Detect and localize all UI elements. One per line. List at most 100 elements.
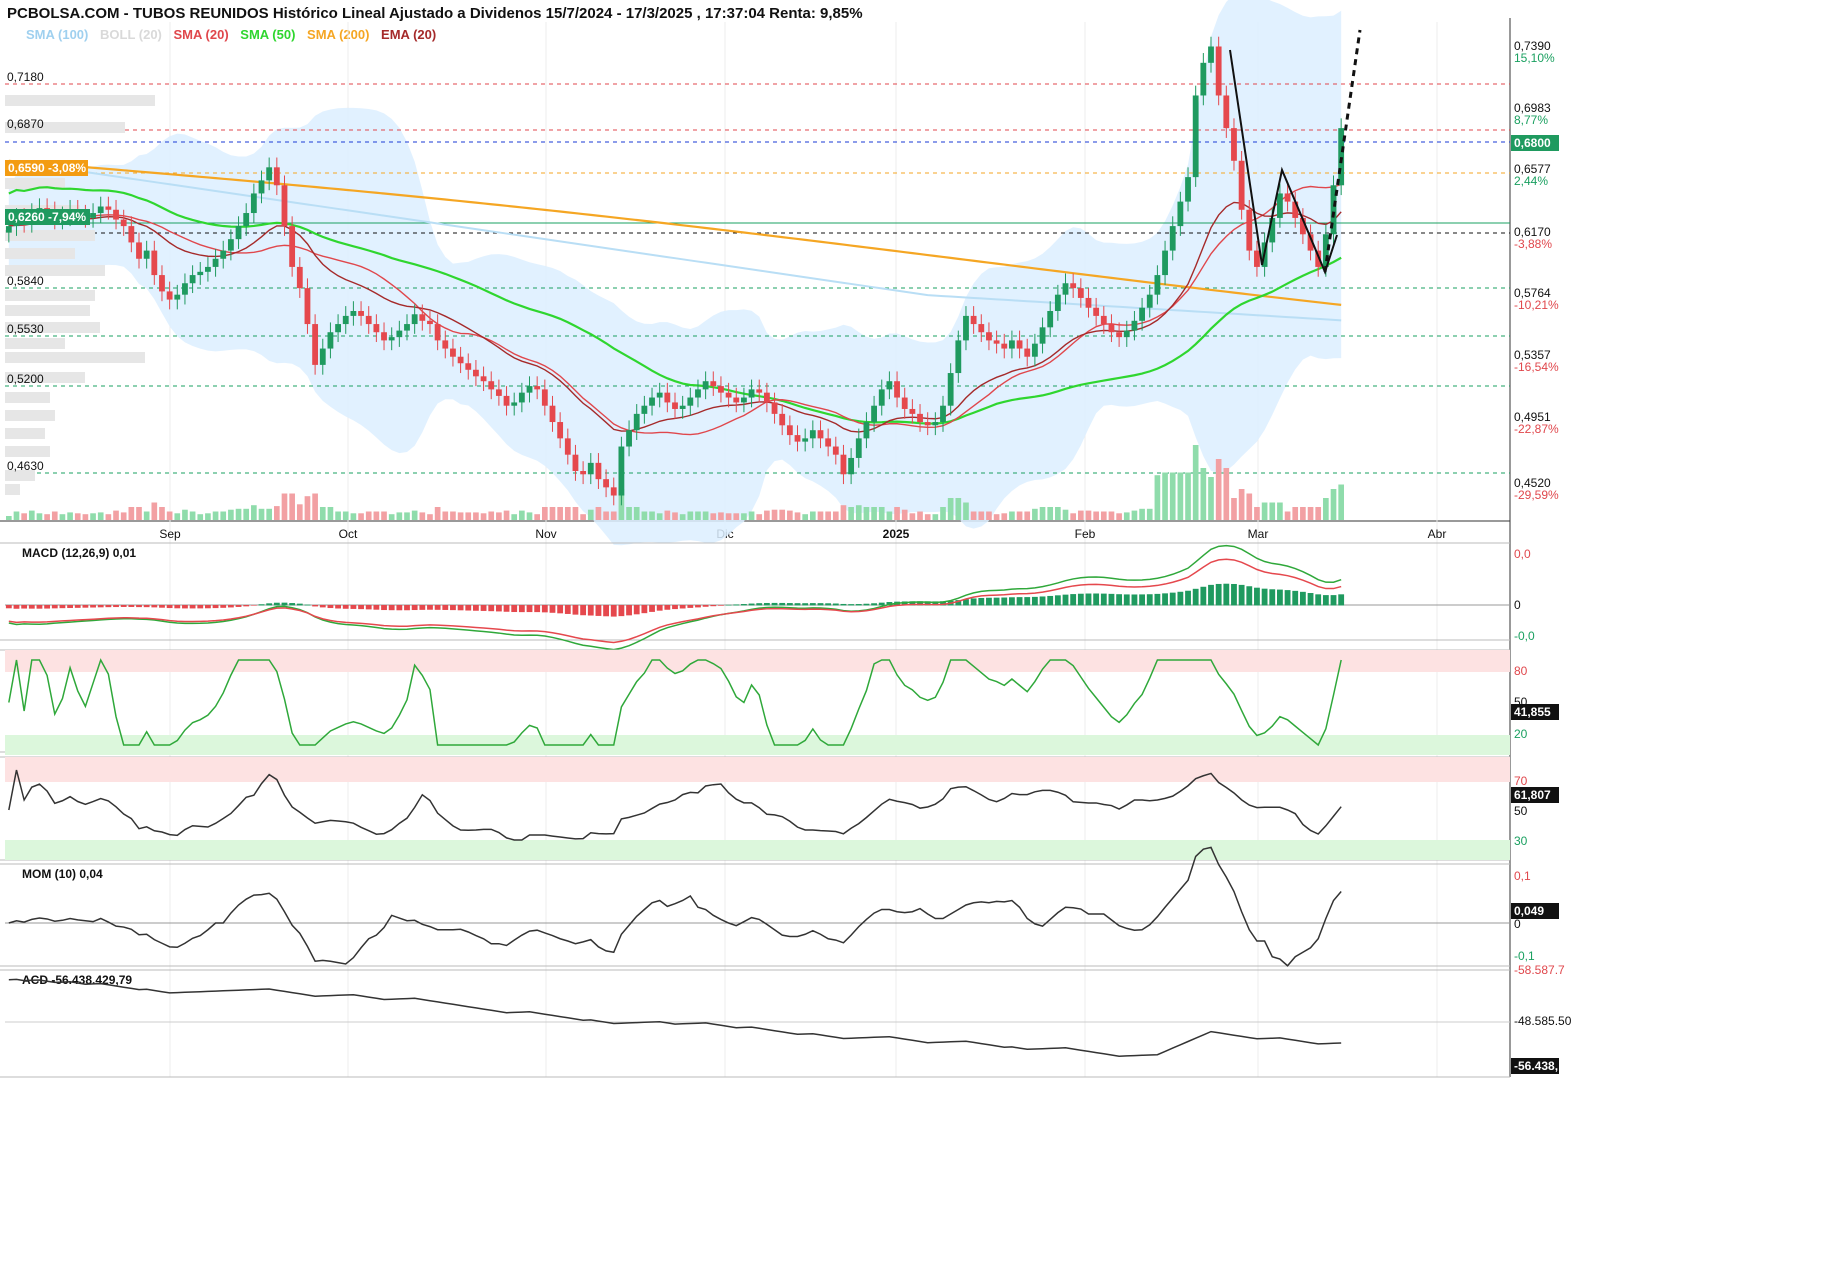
candle-body <box>679 405 686 409</box>
macd-histogram-bar <box>1123 594 1130 606</box>
volume-bar <box>381 511 387 520</box>
volume-bar <box>1055 507 1061 520</box>
macd-histogram-bar <box>702 605 709 607</box>
candle-body <box>488 381 495 390</box>
candle-body <box>917 413 923 423</box>
axis-pct-label: -22,87% <box>1514 422 1559 436</box>
volume-bar <box>1154 475 1161 520</box>
macd-histogram-bar <box>993 597 1000 606</box>
macd-histogram-bar <box>1146 594 1153 606</box>
candle-body <box>189 275 196 284</box>
candle-body <box>710 381 717 387</box>
volume-bar <box>1139 508 1145 520</box>
price-chart-svg: SepOctNovDic2025FebMarAbr0,71800,68700,5… <box>0 0 1572 1078</box>
candle-body <box>564 438 571 455</box>
macd-histogram-bar <box>105 605 112 608</box>
volume-bar <box>572 507 579 520</box>
candle-body <box>105 206 112 210</box>
macd-histogram-bar <box>687 605 694 608</box>
macd-histogram-bar <box>388 605 395 611</box>
candle-body <box>304 288 311 325</box>
macd-histogram-bar <box>1001 597 1008 606</box>
candle-body <box>342 315 349 325</box>
candle-body <box>802 438 809 442</box>
candle-body <box>151 250 158 276</box>
macd-histogram-bar <box>1185 590 1191 606</box>
macd-histogram-bar <box>473 605 479 611</box>
candle-body <box>878 389 885 406</box>
macd-histogram-bar <box>411 605 418 611</box>
left-level-label: 0,5530 <box>7 322 44 336</box>
candle-body <box>580 471 587 475</box>
macd-histogram-bar <box>1062 594 1069 606</box>
acd-axis-label: -58.587.7 <box>1514 963 1565 977</box>
rsi-overbought-zone <box>5 757 1510 782</box>
macd-histogram-bar <box>986 597 992 606</box>
mom-line <box>8 846 1342 967</box>
candle-body <box>1246 209 1253 251</box>
candle-body <box>1139 307 1145 321</box>
macd-histogram-bar <box>1269 589 1276 606</box>
volume-bar <box>947 498 954 520</box>
volume-bar <box>335 511 341 520</box>
macd-histogram-bar <box>1154 593 1161 606</box>
candle-body <box>595 462 602 480</box>
macd-histogram-bar <box>350 605 357 609</box>
sto-axis-label: 80 <box>1514 664 1528 678</box>
volume-bar <box>511 514 518 520</box>
rsi-badge: 61,807 <box>1514 788 1551 802</box>
volume-bar <box>1009 511 1015 520</box>
macd-histogram-bar <box>748 603 755 606</box>
candle-body <box>197 271 204 276</box>
volume-bar <box>450 511 456 520</box>
volume-bar <box>1307 507 1314 520</box>
month-label: 2025 <box>883 527 910 541</box>
macd-histogram-bar <box>266 603 273 606</box>
acd-line <box>8 978 1342 1057</box>
macd-histogram-bar <box>1047 595 1054 606</box>
candle-body <box>894 381 900 398</box>
acd-axis-label: -48.585.50 <box>1514 1014 1572 1028</box>
candle-body <box>763 392 770 403</box>
volume-bar <box>51 511 58 520</box>
volume-bar <box>496 512 502 520</box>
macd-histogram-bar <box>786 603 793 606</box>
macd-histogram-bar <box>457 605 464 611</box>
volume-bar <box>1208 477 1214 520</box>
macd-histogram-bar <box>1231 583 1237 606</box>
volume-bar <box>756 514 763 520</box>
macd-histogram-bar <box>649 605 655 612</box>
macd-histogram-bar <box>710 605 717 607</box>
candle-body <box>871 405 877 423</box>
macd-histogram-bar <box>794 603 801 606</box>
candle-body <box>174 294 181 300</box>
macd-histogram-bar <box>763 602 770 606</box>
macd-histogram-bar <box>656 605 663 611</box>
candle-body <box>771 402 778 414</box>
volume-bar <box>296 504 303 520</box>
macd-histogram-bar <box>603 605 609 617</box>
macd-histogram-bar <box>1322 595 1329 606</box>
volume-bar <box>90 513 96 520</box>
candle-body <box>128 226 135 243</box>
volume-bar <box>427 514 433 520</box>
macd-histogram-bar <box>205 605 211 609</box>
macd-histogram-bar <box>1139 594 1145 606</box>
volume-bar <box>580 514 586 520</box>
candle-body <box>633 413 640 431</box>
candle-body <box>319 348 326 365</box>
macd-histogram-bar <box>21 605 28 609</box>
macd-histogram-bar <box>434 605 441 610</box>
volume-bar <box>258 508 265 520</box>
volume-bar <box>1016 511 1023 520</box>
macd-histogram-bar <box>779 602 786 606</box>
candle-body <box>825 438 832 447</box>
volume-bar <box>557 507 563 520</box>
volume-profile-bar <box>5 290 95 301</box>
macd-histogram-bar <box>319 605 326 608</box>
candle-body <box>1284 193 1291 202</box>
macd-histogram-bar <box>511 605 518 613</box>
volume-bar <box>970 511 977 520</box>
macd-histogram-bar <box>572 605 579 615</box>
volume-bar <box>143 511 150 520</box>
